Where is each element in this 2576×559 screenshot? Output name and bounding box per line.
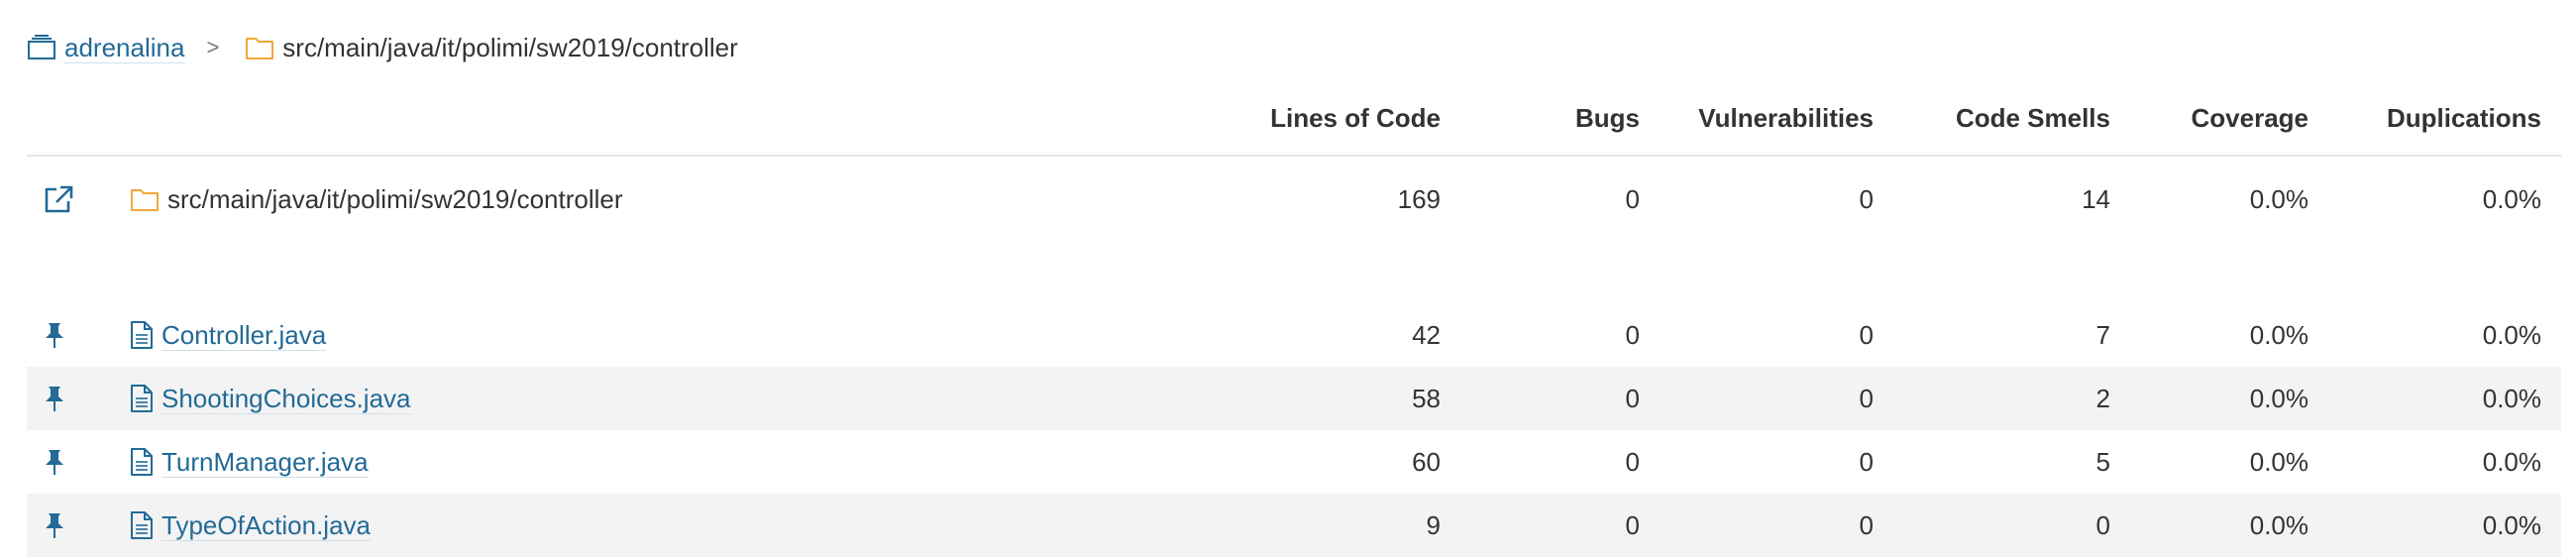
cell-code-smells[interactable]: 2 xyxy=(2096,367,2110,430)
folder-icon xyxy=(245,35,274,60)
cell-duplications[interactable]: 0.0% xyxy=(2483,367,2541,430)
file-icon xyxy=(130,321,154,349)
pin-icon[interactable] xyxy=(43,494,66,557)
breadcrumb: adrenalina > src/main/java/it/polimi/sw2… xyxy=(27,28,738,67)
column-header-code-smells[interactable]: Code Smells xyxy=(1956,103,2110,134)
cell-bugs[interactable]: 0 xyxy=(1626,494,1640,557)
cell-bugs[interactable]: 0 xyxy=(1626,367,1640,430)
cell-lines-of-code[interactable]: 60 xyxy=(1412,430,1441,494)
breadcrumb-separator: > xyxy=(206,35,220,59)
cell-lines-of-code[interactable]: 58 xyxy=(1412,367,1441,430)
breadcrumb-current-directory: src/main/java/it/polimi/sw2019/controlle… xyxy=(282,32,738,62)
pin-icon[interactable] xyxy=(43,430,66,494)
cell-vulnerabilities[interactable]: 0 xyxy=(1860,430,1874,494)
cell-bugs[interactable]: 0 xyxy=(1626,157,1640,242)
file-icon xyxy=(130,448,154,476)
file-list: Controller.java 42 0 0 7 0.0% 0.0% Shoot… xyxy=(27,303,2561,557)
column-header-vulnerabilities[interactable]: Vulnerabilities xyxy=(1698,103,1874,134)
table-row: ShootingChoices.java 58 0 0 2 0.0% 0.0% xyxy=(27,367,2561,430)
pin-icon[interactable] xyxy=(43,303,66,367)
table-header: Lines of Code Bugs Vulnerabilities Code … xyxy=(27,91,2561,157)
components-table: Lines of Code Bugs Vulnerabilities Code … xyxy=(27,91,2561,557)
cell-coverage[interactable]: 0.0% xyxy=(2250,494,2308,557)
table-row: TypeOfAction.java 9 0 0 0 0.0% 0.0% xyxy=(27,494,2561,557)
file-icon xyxy=(130,511,154,539)
cell-code-smells[interactable]: 7 xyxy=(2096,303,2110,367)
cell-duplications[interactable]: 0.0% xyxy=(2483,303,2541,367)
cell-coverage[interactable]: 0.0% xyxy=(2250,430,2308,494)
cell-coverage[interactable]: 0.0% xyxy=(2250,157,2308,242)
file-link[interactable]: Controller.java xyxy=(161,320,327,351)
table-row: TurnManager.java 60 0 0 5 0.0% 0.0% xyxy=(27,430,2561,494)
file-name: TurnManager.java xyxy=(130,430,369,494)
code-browser: adrenalina > src/main/java/it/polimi/sw2… xyxy=(0,0,2576,559)
cell-duplications[interactable]: 0.0% xyxy=(2483,157,2541,242)
cell-lines-of-code[interactable]: 169 xyxy=(1398,157,1441,242)
column-header-duplications[interactable]: Duplications xyxy=(2387,103,2541,134)
cell-coverage[interactable]: 0.0% xyxy=(2250,367,2308,430)
cell-vulnerabilities[interactable]: 0 xyxy=(1860,367,1874,430)
breadcrumb-project-link[interactable]: adrenalina xyxy=(64,33,185,63)
file-name: TypeOfAction.java xyxy=(130,494,371,557)
cell-vulnerabilities[interactable]: 0 xyxy=(1860,494,1874,557)
column-header-lines-of-code[interactable]: Lines of Code xyxy=(1270,103,1441,134)
folder-icon xyxy=(130,186,160,212)
column-header-coverage[interactable]: Coverage xyxy=(2192,103,2309,134)
cell-code-smells[interactable]: 0 xyxy=(2096,494,2110,557)
file-link[interactable]: TypeOfAction.java xyxy=(161,510,371,541)
cell-coverage[interactable]: 0.0% xyxy=(2250,303,2308,367)
project-icon xyxy=(27,35,56,60)
file-link[interactable]: ShootingChoices.java xyxy=(161,384,411,414)
file-name: ShootingChoices.java xyxy=(130,367,411,430)
file-link[interactable]: TurnManager.java xyxy=(161,447,369,478)
file-name: Controller.java xyxy=(130,303,327,367)
base-directory-label: src/main/java/it/polimi/sw2019/controlle… xyxy=(167,183,623,214)
cell-lines-of-code[interactable]: 9 xyxy=(1427,494,1441,557)
open-in-new-icon[interactable] xyxy=(43,157,74,242)
base-directory-name: src/main/java/it/polimi/sw2019/controlle… xyxy=(130,157,623,242)
base-directory-row: src/main/java/it/polimi/sw2019/controlle… xyxy=(27,157,2561,242)
cell-duplications[interactable]: 0.0% xyxy=(2483,494,2541,557)
cell-vulnerabilities[interactable]: 0 xyxy=(1860,157,1874,242)
cell-code-smells[interactable]: 14 xyxy=(2082,157,2110,242)
cell-lines-of-code[interactable]: 42 xyxy=(1412,303,1441,367)
cell-vulnerabilities[interactable]: 0 xyxy=(1860,303,1874,367)
pin-icon[interactable] xyxy=(43,367,66,430)
table-row: Controller.java 42 0 0 7 0.0% 0.0% xyxy=(27,303,2561,367)
row-spacer xyxy=(27,242,2561,303)
cell-bugs[interactable]: 0 xyxy=(1626,430,1640,494)
column-header-bugs[interactable]: Bugs xyxy=(1575,103,1640,134)
cell-duplications[interactable]: 0.0% xyxy=(2483,430,2541,494)
cell-code-smells[interactable]: 5 xyxy=(2096,430,2110,494)
file-icon xyxy=(130,385,154,412)
cell-bugs[interactable]: 0 xyxy=(1626,303,1640,367)
